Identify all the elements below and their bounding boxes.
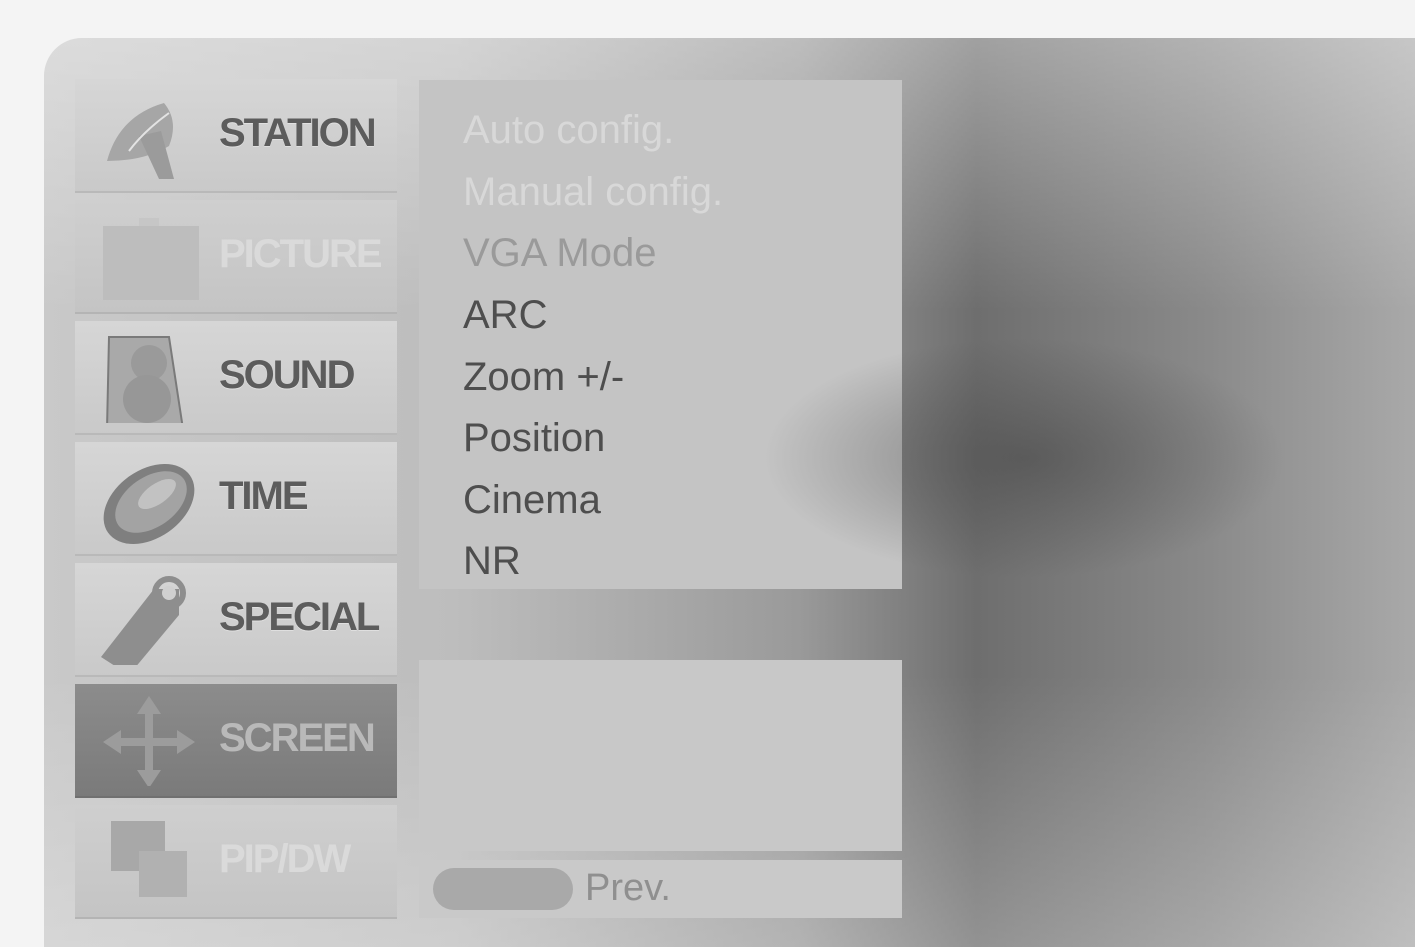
- osd-menu-panel: STATION PICTURE SOUND TIME SPECIAL SCREE…: [44, 38, 1415, 947]
- submenu-item-zoom[interactable]: Zoom +/-: [463, 355, 624, 400]
- prev-label: Prev.: [585, 867, 671, 909]
- menu-item-label: SPECIAL: [219, 595, 380, 639]
- submenu-item-manual-config[interactable]: Manual config.: [463, 170, 723, 215]
- main-menu: STATION PICTURE SOUND TIME SPECIAL SCREE…: [75, 79, 397, 926]
- menu-item-picture[interactable]: PICTURE: [75, 200, 397, 314]
- prev-button[interactable]: [433, 868, 573, 910]
- menu-item-label: TIME: [219, 474, 309, 518]
- pip-icon: [111, 821, 187, 897]
- submenu-item-position[interactable]: Position: [463, 416, 605, 461]
- clock-icon: [103, 464, 195, 544]
- menu-item-special[interactable]: SPECIAL: [75, 563, 397, 677]
- speaker-icon: [106, 336, 184, 423]
- menu-item-label: SCREEN: [219, 716, 376, 760]
- tag-icon: [101, 576, 186, 665]
- submenu-item-cinema[interactable]: Cinema: [463, 478, 601, 523]
- submenu-item-nr[interactable]: NR: [463, 539, 521, 584]
- submenu-item-arc[interactable]: ARC: [463, 293, 547, 338]
- menu-item-station[interactable]: STATION: [75, 79, 397, 193]
- menu-item-screen[interactable]: SCREEN: [75, 684, 397, 798]
- navigation-bar: Prev.: [419, 860, 902, 918]
- menu-item-label: PIP/DW: [219, 837, 351, 881]
- move-arrows-icon: [103, 696, 195, 786]
- menu-item-sound[interactable]: SOUND: [75, 321, 397, 435]
- submenu-item-vga-mode[interactable]: VGA Mode: [463, 231, 656, 276]
- menu-item-time[interactable]: TIME: [75, 442, 397, 556]
- menu-item-label: SOUND: [219, 353, 355, 397]
- menu-item-label: STATION: [219, 111, 377, 155]
- menu-item-pip-dw[interactable]: PIP/DW: [75, 805, 397, 919]
- satellite-dish-icon: [107, 103, 174, 179]
- info-box: [419, 660, 902, 851]
- screen-submenu: Auto config. Manual config. VGA Mode ARC…: [419, 80, 902, 589]
- submenu-item-auto-config[interactable]: Auto config.: [463, 108, 674, 153]
- picture-icon: [103, 218, 199, 300]
- menu-item-label: PICTURE: [219, 232, 383, 276]
